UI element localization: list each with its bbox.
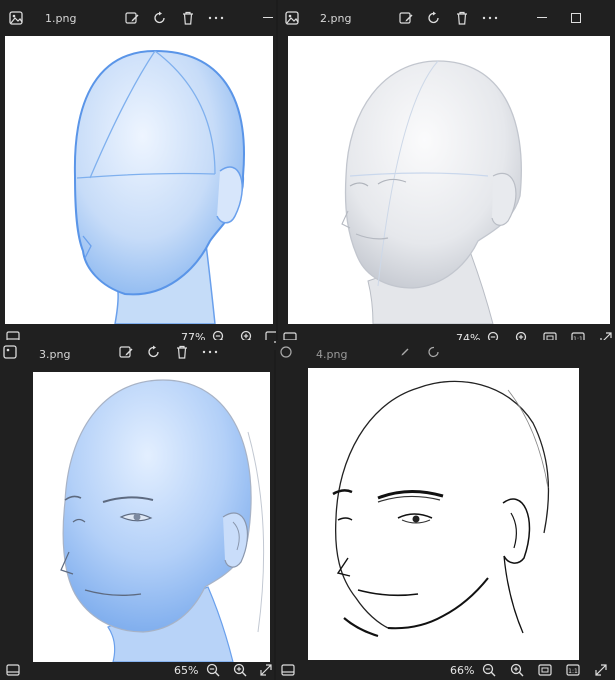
more-icon[interactable] [482, 10, 498, 26]
image-canvas [308, 368, 579, 660]
head-mannequin-image [60, 379, 265, 662]
filmstrip-icon[interactable] [5, 662, 21, 678]
filmstrip-icon[interactable] [280, 662, 296, 678]
status-bar: 65% [0, 662, 274, 680]
trash-icon[interactable] [174, 344, 190, 360]
image-canvas [288, 36, 610, 324]
rotate-icon[interactable] [152, 10, 168, 26]
svg-text:1:1: 1:1 [568, 668, 578, 675]
zoom-level: 66% [450, 664, 475, 677]
image-canvas [5, 36, 273, 324]
edit-image-icon[interactable] [394, 344, 410, 360]
photo-icon [2, 344, 18, 360]
title-bar[interactable]: 2.png [278, 0, 615, 36]
minimize-icon[interactable] [260, 10, 276, 26]
photo-icon [278, 344, 294, 360]
more-icon[interactable] [208, 10, 224, 26]
title-bar[interactable]: 4.png [276, 340, 615, 370]
zoom-in-icon[interactable] [509, 662, 525, 678]
head-mannequin-image [73, 49, 245, 324]
minimize-icon[interactable] [534, 10, 550, 26]
edit-image-icon[interactable] [124, 10, 140, 26]
actual-size-icon[interactable]: 1:1 [565, 662, 581, 678]
rotate-icon[interactable] [426, 344, 442, 360]
edit-image-icon[interactable] [118, 344, 134, 360]
image-canvas [33, 372, 270, 662]
photo-window-1: 1.png 77% [0, 0, 276, 350]
zoom-level: 65% [174, 664, 199, 677]
photo-icon [284, 10, 300, 26]
head-mannequin-image [341, 60, 522, 324]
file-name: 4.png [316, 348, 348, 361]
fullscreen-icon[interactable] [258, 662, 274, 678]
photo-icon [8, 10, 24, 26]
title-bar[interactable]: 3.png [0, 340, 274, 370]
trash-icon[interactable] [180, 10, 196, 26]
rotate-icon[interactable] [426, 10, 442, 26]
zoom-out-icon[interactable] [205, 662, 221, 678]
head-sketch-image [332, 380, 550, 638]
title-bar[interactable]: 1.png [0, 0, 276, 36]
file-name: 2.png [320, 12, 352, 25]
fullscreen-icon[interactable] [593, 662, 609, 678]
zoom-in-icon[interactable] [232, 662, 248, 678]
status-bar: 66% 1:1 [276, 660, 615, 680]
photo-window-2: 2.png 74% [278, 0, 615, 350]
zoom-out-icon[interactable] [481, 662, 497, 678]
photo-window-3: 3.png 65% [0, 340, 274, 680]
rotate-icon[interactable] [146, 344, 162, 360]
fit-to-window-icon[interactable] [537, 662, 553, 678]
more-icon[interactable] [202, 344, 218, 360]
file-name: 3.png [39, 348, 71, 361]
maximize-icon[interactable] [568, 10, 584, 26]
file-name: 1.png [45, 12, 77, 25]
edit-image-icon[interactable] [398, 10, 414, 26]
trash-icon[interactable] [454, 10, 470, 26]
photo-window-4: 4.png 66% 1:1 [276, 340, 615, 680]
